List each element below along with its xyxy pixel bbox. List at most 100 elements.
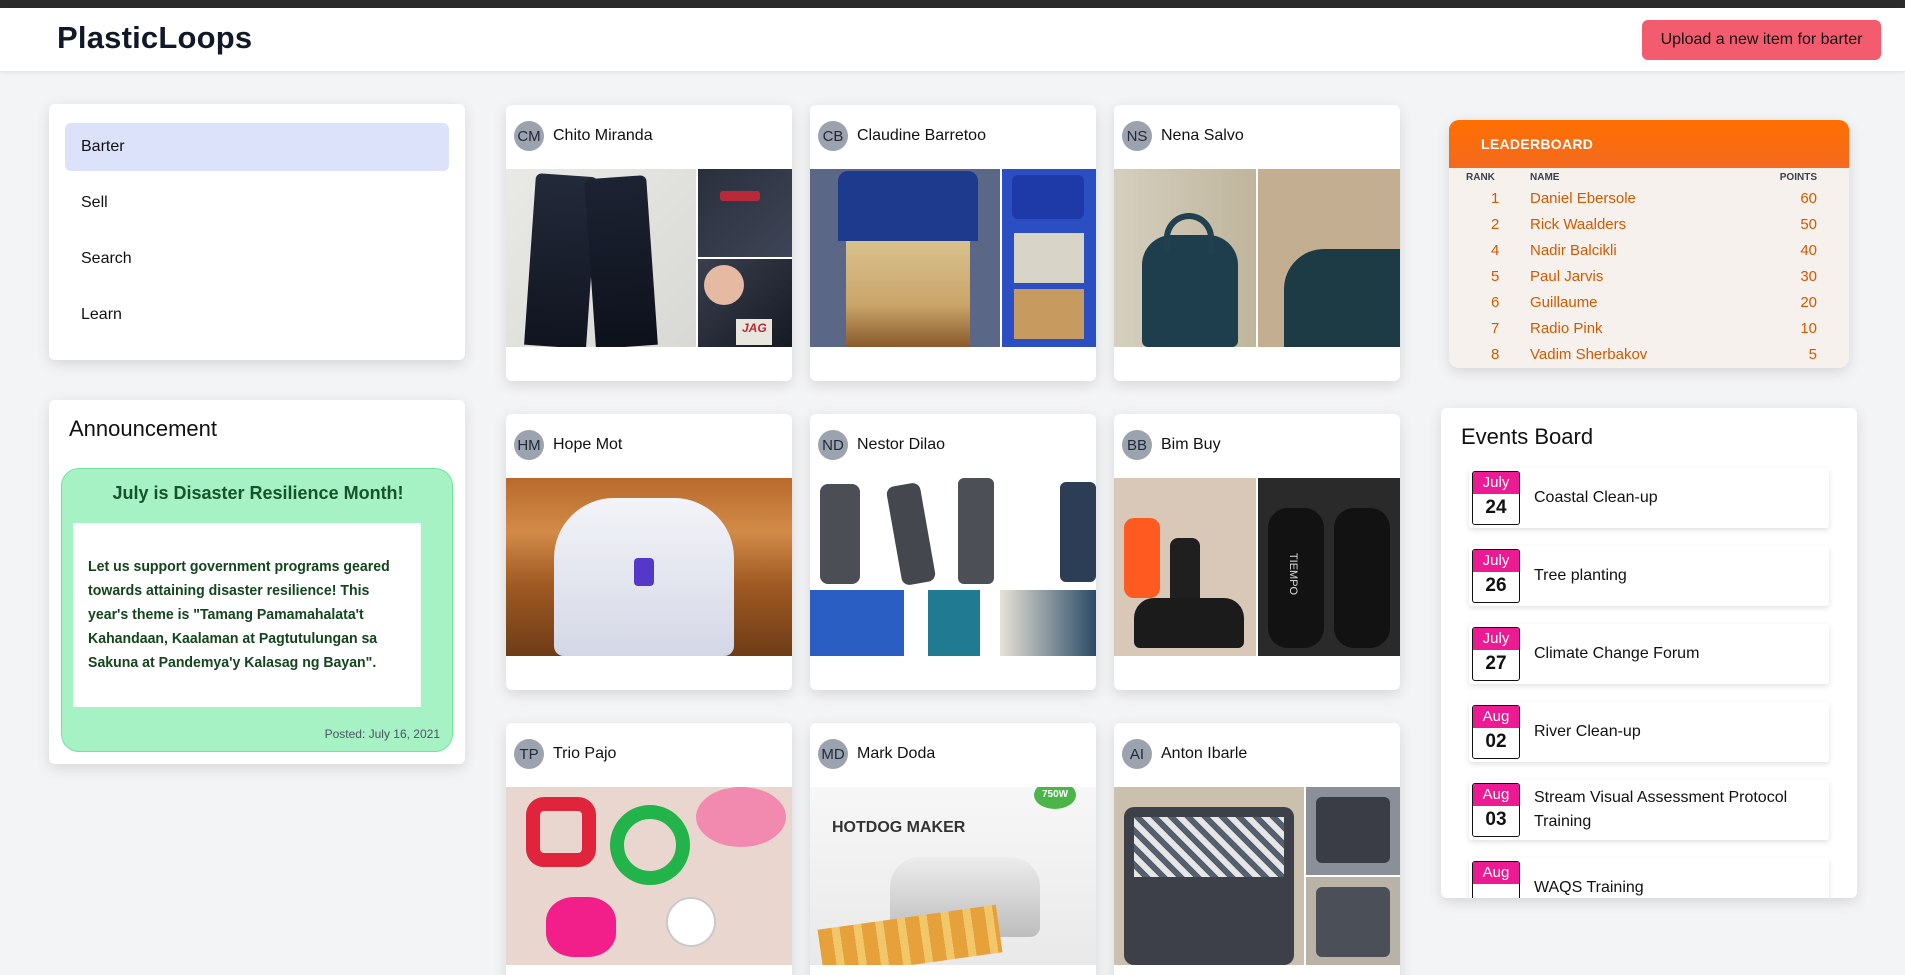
leaderboard-col-rank: RANK — [1466, 172, 1495, 183]
item-owner-name[interactable]: Chito Miranda — [553, 127, 653, 145]
avatar: NS — [1122, 121, 1152, 151]
leader-points: 50 — [1800, 216, 1817, 233]
event-day: 26 — [1485, 575, 1507, 596]
leader-rank: 4 — [1491, 242, 1500, 259]
barter-item-card[interactable]: MD Mark Doda 750W HOTDOG MAKER — [810, 723, 1096, 975]
item-photo[interactable]: 750W HOTDOG MAKER — [810, 787, 1096, 965]
event-day: 02 — [1485, 731, 1507, 752]
item-owner-name[interactable]: Hope Mot — [553, 436, 622, 454]
barter-item-card[interactable]: BB Bim Buy TIEMPO — [1114, 414, 1400, 690]
barter-item-card[interactable]: AI Anton Ibarle — [1114, 723, 1400, 975]
leader-rank: 1 — [1491, 190, 1500, 207]
leader-rank: 6 — [1491, 294, 1500, 311]
leader-points: 20 — [1800, 294, 1817, 311]
leaderboard-row: 7 Radio Pink 10 — [1449, 316, 1849, 342]
barter-item-card[interactable]: ND Nestor Dilao — [810, 414, 1096, 690]
window-top-strip — [0, 0, 1905, 8]
item-header: TP Trio Pajo — [514, 739, 616, 769]
barter-item-card[interactable]: CM Chito Miranda JAG — [506, 105, 792, 381]
event-date-badge: Aug 02 — [1472, 705, 1520, 759]
event-day: 27 — [1485, 653, 1507, 674]
leader-name[interactable]: Nadir Balcikli — [1530, 242, 1617, 259]
announcement-card: Announcement July is Disaster Resilience… — [49, 400, 465, 764]
avatar: AI — [1122, 739, 1152, 769]
barter-item-card[interactable]: HM Hope Mot — [506, 414, 792, 690]
leader-name[interactable]: Rick Waalders — [1530, 216, 1626, 233]
event-item[interactable]: July 27 Climate Change Forum — [1469, 624, 1829, 684]
app-logo-title[interactable]: PlasticLoops — [57, 20, 252, 56]
avatar: HM — [514, 430, 544, 460]
photo-label-jag: JAG — [742, 321, 767, 335]
event-date-badge: Aug 03 — [1472, 783, 1520, 837]
photo-label-hotdog-maker: HOTDOG MAKER — [832, 819, 966, 836]
leader-name[interactable]: Paul Jarvis — [1530, 268, 1603, 285]
nav-item-sell[interactable]: Sell — [65, 179, 449, 227]
item-owner-name[interactable]: Nestor Dilao — [857, 436, 945, 454]
item-photo[interactable] — [810, 478, 1096, 656]
item-photo[interactable] — [810, 169, 1096, 347]
event-month: Aug — [1473, 706, 1519, 728]
nav-item-barter[interactable]: Barter — [65, 123, 449, 171]
item-photo[interactable]: JAG — [506, 169, 792, 347]
barter-item-card[interactable]: TP Trio Pajo — [506, 723, 792, 975]
event-item[interactable]: Aug 03 Stream Visual Assessment Protocol… — [1469, 780, 1829, 840]
sidebar-nav: Barter Sell Search Learn — [49, 104, 465, 360]
item-owner-name[interactable]: Bim Buy — [1161, 436, 1221, 454]
leader-points: 40 — [1800, 242, 1817, 259]
leader-name[interactable]: Daniel Ebersole — [1530, 190, 1636, 207]
event-name: Coastal Clean-up — [1534, 489, 1658, 506]
item-photo[interactable] — [1114, 787, 1400, 965]
event-month: July — [1473, 550, 1519, 572]
nav-item-learn[interactable]: Learn — [65, 291, 449, 339]
leader-name[interactable]: Radio Pink — [1530, 320, 1603, 337]
event-date-badge: July 26 — [1472, 549, 1520, 603]
leader-name[interactable]: Guillaume — [1530, 294, 1598, 311]
event-item[interactable]: Aug WAQS Training — [1469, 858, 1829, 898]
event-month: July — [1473, 628, 1519, 650]
event-day: 03 — [1485, 809, 1507, 830]
leader-points: 60 — [1800, 190, 1817, 207]
leader-points: 10 — [1800, 320, 1817, 337]
item-photo[interactable]: TIEMPO — [1114, 478, 1400, 656]
barter-item-card[interactable]: NS Nena Salvo — [1114, 105, 1400, 381]
upload-item-button[interactable]: Upload a new item for barter — [1642, 20, 1881, 60]
event-name: WAQS Training — [1534, 879, 1644, 896]
nav-item-search[interactable]: Search — [65, 235, 449, 283]
leaderboard-row: 4 Nadir Balcikli 40 — [1449, 238, 1849, 264]
avatar: CB — [818, 121, 848, 151]
event-name: Climate Change Forum — [1534, 645, 1700, 662]
top-header: PlasticLoops Upload a new item for barte… — [0, 8, 1905, 72]
leaderboard-title: LEADERBOARD — [1481, 136, 1594, 152]
item-owner-name[interactable]: Nena Salvo — [1161, 127, 1244, 145]
leaderboard-row: 6 Guillaume 20 — [1449, 290, 1849, 316]
item-photo[interactable] — [506, 478, 792, 656]
leader-name[interactable]: Vadim Sherbakov — [1530, 346, 1647, 363]
leaderboard-col-points: POINTS — [1779, 172, 1817, 183]
leader-rank: 7 — [1491, 320, 1500, 337]
item-photo[interactable] — [1114, 169, 1400, 347]
event-date-badge: July 27 — [1472, 627, 1520, 681]
leader-points: 5 — [1808, 346, 1817, 363]
item-header: BB Bim Buy — [1122, 430, 1221, 460]
item-owner-name[interactable]: Claudine Barretoo — [857, 127, 986, 145]
announcement-posted-date: Posted: July 16, 2021 — [324, 727, 440, 741]
leaderboard-col-name: NAME — [1530, 172, 1560, 183]
event-date-badge: July 24 — [1472, 471, 1520, 525]
item-owner-name[interactable]: Anton Ibarle — [1161, 745, 1247, 763]
avatar: CM — [514, 121, 544, 151]
announcement-title: Announcement — [69, 416, 217, 441]
event-name: Stream Visual Assessment Protocol Traini… — [1534, 789, 1788, 830]
leaderboard-row: 1 Daniel Ebersole 60 — [1449, 186, 1849, 212]
barter-item-card[interactable]: CB Claudine Barretoo — [810, 105, 1096, 381]
item-owner-name[interactable]: Mark Doda — [857, 745, 935, 763]
item-owner-name[interactable]: Trio Pajo — [553, 745, 616, 763]
photo-label-tiempo: TIEMPO — [1287, 552, 1300, 596]
event-month: Aug — [1473, 862, 1519, 884]
item-header: CB Claudine Barretoo — [818, 121, 986, 151]
event-item[interactable]: July 24 Coastal Clean-up — [1469, 468, 1829, 528]
event-item[interactable]: Aug 02 River Clean-up — [1469, 702, 1829, 762]
item-photo[interactable] — [506, 787, 792, 965]
event-item[interactable]: July 26 Tree planting — [1469, 546, 1829, 606]
leaderboard-header: LEADERBOARD — [1449, 120, 1849, 168]
leader-rank: 5 — [1491, 268, 1500, 285]
